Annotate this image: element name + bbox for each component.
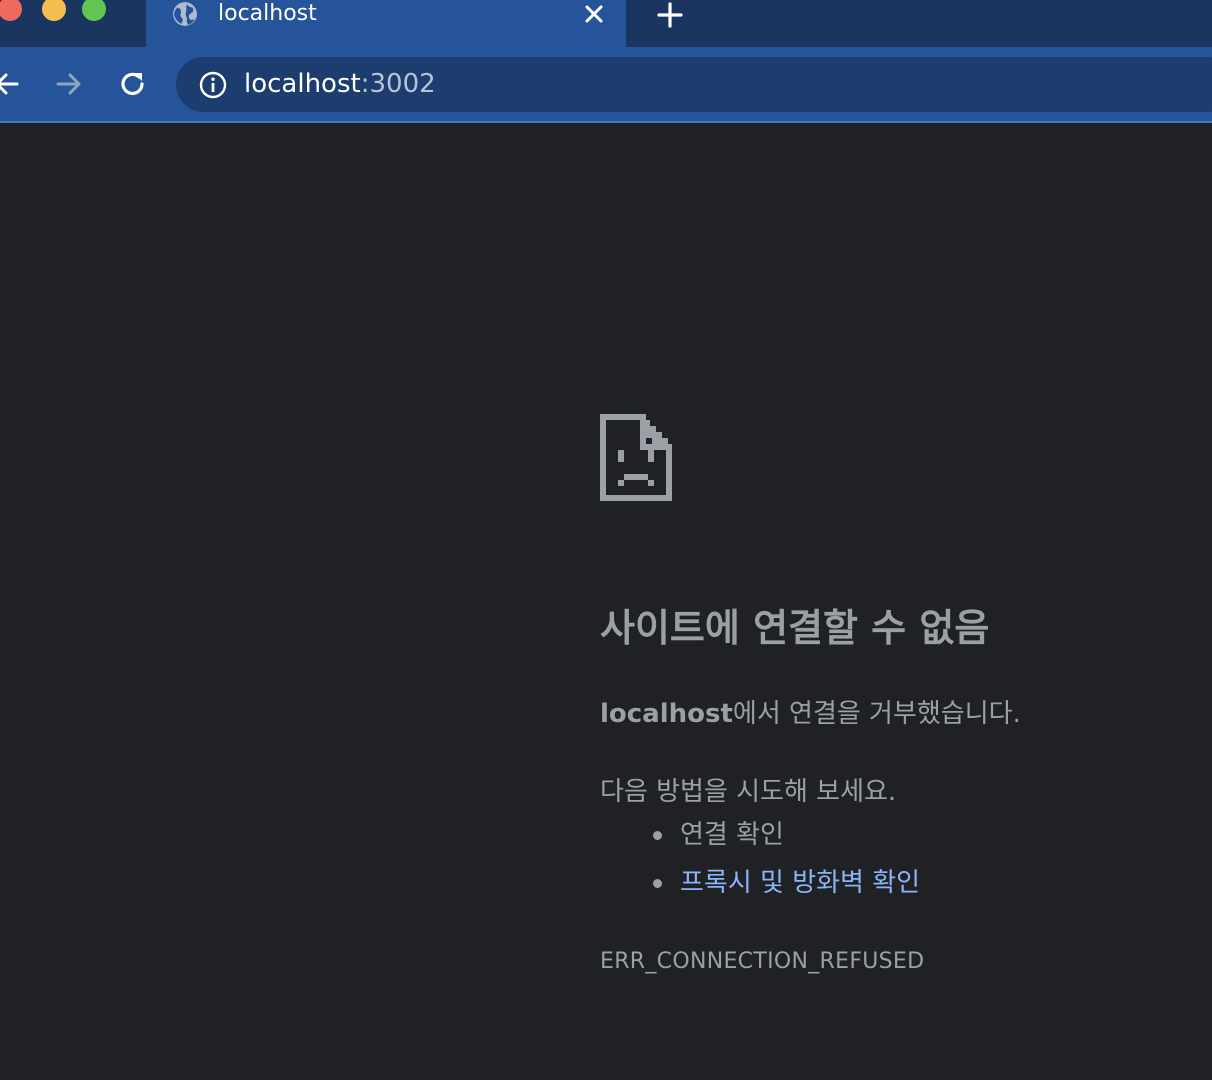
close-window-button[interactable] [0, 0, 22, 21]
arrow-left-icon[interactable] [0, 69, 22, 99]
bullet [653, 831, 662, 840]
error-page: 사이트에 연결할 수 없음 localhost에서 연결을 거부했습니다. 다음… [0, 123, 1212, 1080]
zoom-window-button[interactable] [82, 0, 106, 21]
tab-localhost[interactable]: localhost [146, 0, 626, 47]
tab-strip: localhost [0, 0, 1212, 47]
proxy-firewall-link[interactable]: 프록시 및 방화벽 확인 [680, 868, 920, 898]
reload-icon[interactable] [118, 69, 148, 99]
suggestion-text: 연결 확인 [680, 820, 784, 850]
url-text[interactable]: localhost:3002 [244, 57, 436, 112]
toolbar: localhost:3002 [0, 47, 1212, 123]
globe-icon [173, 2, 197, 26]
close-icon[interactable] [582, 2, 606, 26]
suggestion-check-proxy-firewall: 프록시 및 방화벽 확인 [600, 865, 920, 913]
browser-window: localhost localhost:3002 사이트에 연결할 수 없음 l… [0, 0, 1212, 1080]
error-code: ERR_CONNECTION_REFUSED [600, 949, 925, 974]
sad-document-icon [600, 414, 672, 501]
error-description: localhost에서 연결을 거부했습니다. [600, 693, 1021, 730]
suggestions-list: 연결 확인 프록시 및 방화벽 확인 [600, 817, 920, 913]
suggestions-heading: 다음 방법을 시도해 보세요. [600, 777, 897, 807]
address-bar[interactable]: localhost:3002 [176, 57, 1212, 112]
plus-icon[interactable] [656, 1, 684, 29]
url-port: :3002 [360, 69, 436, 99]
tab-title: localhost [218, 1, 317, 26]
error-description-text: 에서 연결을 거부했습니다. [732, 699, 1021, 729]
bullet [653, 879, 662, 888]
error-title: 사이트에 연결할 수 없음 [600, 606, 990, 650]
arrow-right-icon[interactable] [54, 69, 84, 99]
error-host: localhost [600, 699, 733, 729]
suggestion-check-connection: 연결 확인 [600, 817, 920, 865]
minimize-window-button[interactable] [42, 0, 66, 21]
info-icon[interactable] [198, 70, 228, 100]
url-host: localhost [244, 69, 361, 99]
